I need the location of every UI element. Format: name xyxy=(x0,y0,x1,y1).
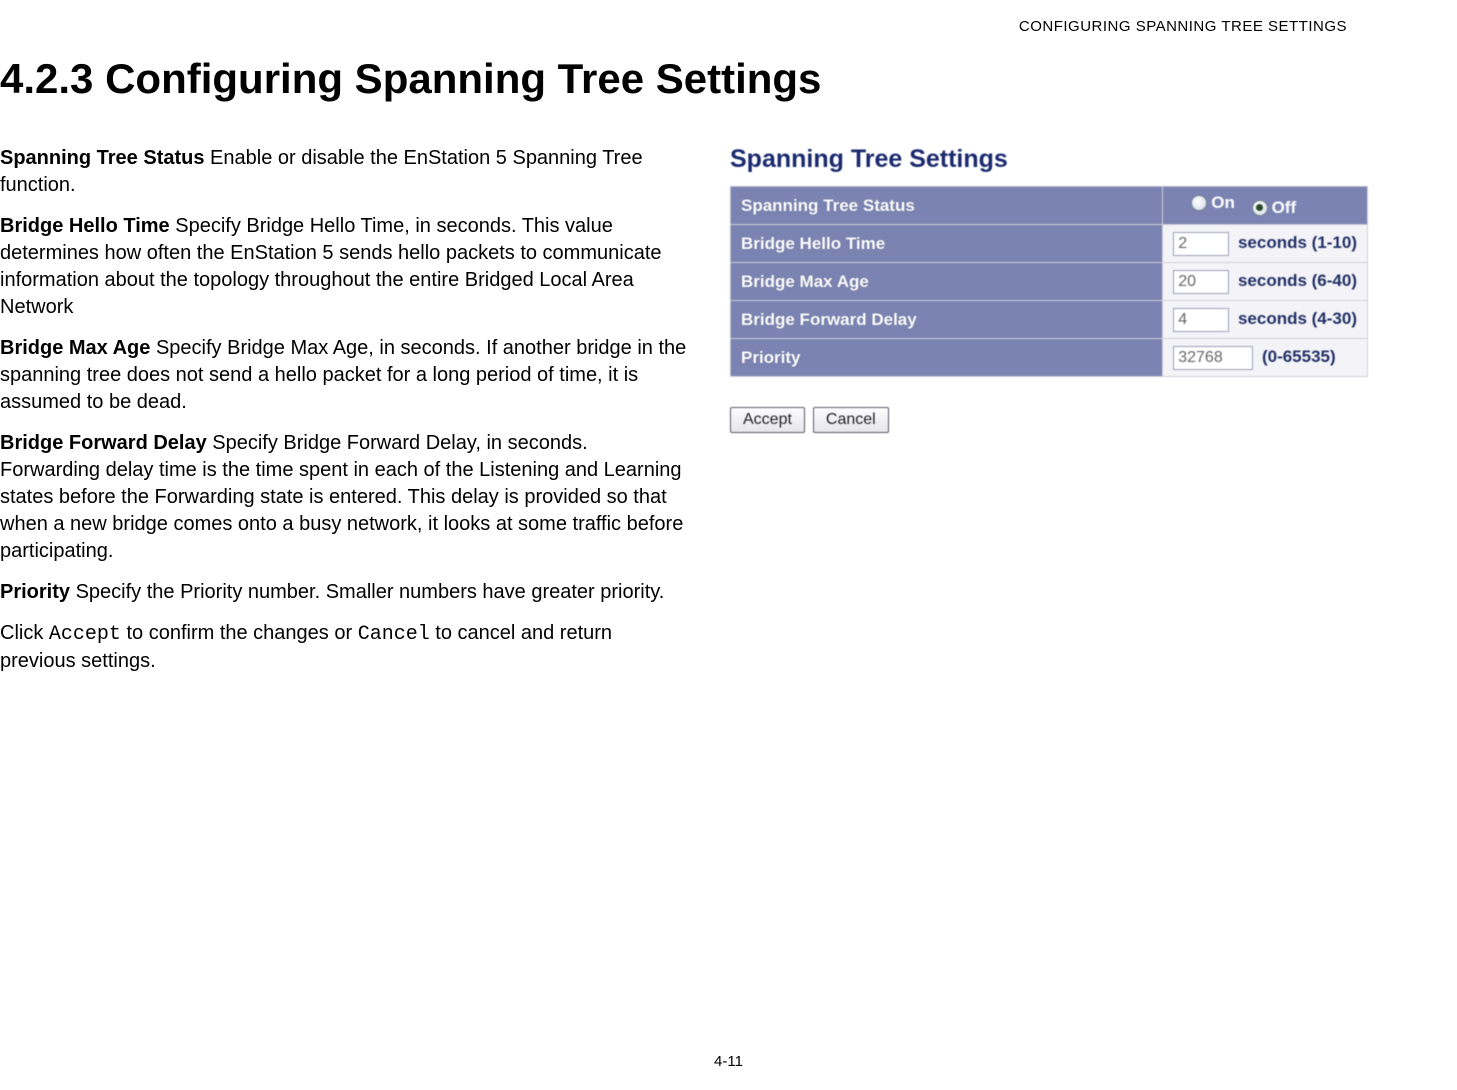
row-priority: Priority (0-65535) xyxy=(731,339,1368,377)
fwd-unit: seconds (4-30) xyxy=(1238,309,1357,328)
radio-off-wrap[interactable]: Off xyxy=(1252,198,1297,218)
maxage-cell-value: seconds (6-40) xyxy=(1163,263,1368,301)
settings-table: Spanning Tree Status On Off Bridge Hello… xyxy=(730,186,1368,377)
maxage-input[interactable] xyxy=(1173,270,1229,294)
status-cell-value: On Off xyxy=(1163,187,1368,225)
hello-unit: seconds (1-10) xyxy=(1238,233,1357,252)
fwd-input[interactable] xyxy=(1173,308,1229,332)
para-hello: Bridge Hello Time Specify Bridge Hello T… xyxy=(0,213,690,321)
para-status: Spanning Tree Status Enable or disable t… xyxy=(0,145,690,199)
hello-cell-label: Bridge Hello Time xyxy=(731,225,1163,263)
closing-mid: to confirm the changes or xyxy=(121,622,358,644)
priority-input[interactable] xyxy=(1173,346,1253,370)
fwd-cell-value: seconds (4-30) xyxy=(1163,301,1368,339)
closing-pre: Click xyxy=(0,622,49,644)
fwd-label: Bridge Forward Delay xyxy=(0,432,207,454)
priority-text: Specify the Priority number. Smaller num… xyxy=(70,581,664,603)
priority-unit: (0-65535) xyxy=(1262,347,1336,366)
button-row: Accept Cancel xyxy=(730,407,1368,433)
radio-on-icon xyxy=(1191,195,1207,211)
fwd-cell-label: Bridge Forward Delay xyxy=(731,301,1163,339)
priority-cell-label: Priority xyxy=(731,339,1163,377)
panel-title: Spanning Tree Settings xyxy=(730,145,1368,174)
maxage-unit: seconds (6-40) xyxy=(1238,271,1357,290)
description-content: Spanning Tree Status Enable or disable t… xyxy=(0,145,690,689)
row-maxage: Bridge Max Age seconds (6-40) xyxy=(731,263,1368,301)
para-closing: Click Accept to confirm the changes or C… xyxy=(0,620,690,675)
closing-cancel-code: Cancel xyxy=(358,623,430,646)
para-maxage: Bridge Max Age Specify Bridge Max Age, i… xyxy=(0,335,690,416)
cancel-button[interactable]: Cancel xyxy=(813,407,889,433)
para-fwd: Bridge Forward Delay Specify Bridge Forw… xyxy=(0,430,690,565)
running-head: CONFIGURING SPANNING TREE SETTINGS xyxy=(1019,18,1347,35)
closing-accept-code: Accept xyxy=(49,623,121,646)
radio-off-icon xyxy=(1252,200,1268,216)
hello-input[interactable] xyxy=(1173,232,1229,256)
radio-off-label: Off xyxy=(1272,198,1297,218)
maxage-cell-label: Bridge Max Age xyxy=(731,263,1163,301)
radio-on-wrap[interactable]: On xyxy=(1191,193,1235,213)
status-cell-label: Spanning Tree Status xyxy=(731,187,1163,225)
hello-cell-value: seconds (1-10) xyxy=(1163,225,1368,263)
row-hello: Bridge Hello Time seconds (1-10) xyxy=(731,225,1368,263)
accept-button[interactable]: Accept xyxy=(730,407,805,433)
status-label: Spanning Tree Status xyxy=(0,147,204,169)
radio-on-label: On xyxy=(1211,193,1235,213)
settings-panel: Spanning Tree Settings Spanning Tree Sta… xyxy=(730,145,1368,433)
row-fwd: Bridge Forward Delay seconds (4-30) xyxy=(731,301,1368,339)
section-title: 4.2.3 Configuring Spanning Tree Settings xyxy=(0,55,821,103)
para-priority: Priority Specify the Priority number. Sm… xyxy=(0,579,690,606)
row-status: Spanning Tree Status On Off xyxy=(731,187,1368,225)
maxage-label: Bridge Max Age xyxy=(0,337,150,359)
hello-label: Bridge Hello Time xyxy=(0,215,170,237)
page-number: 4-11 xyxy=(714,1053,743,1070)
priority-label: Priority xyxy=(0,581,70,603)
priority-cell-value: (0-65535) xyxy=(1163,339,1368,377)
